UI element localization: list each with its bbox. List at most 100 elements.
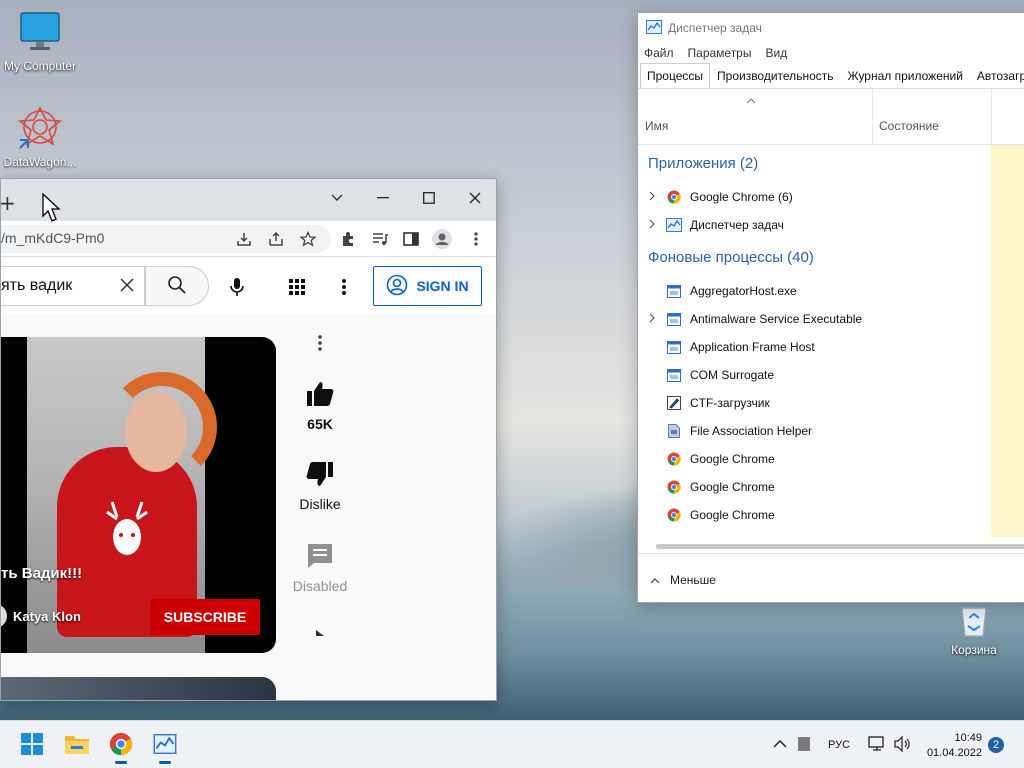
process-row[interactable]: Antimalware Service Executable [638, 305, 991, 333]
process-name: Диспетчер задач [690, 218, 784, 232]
youtube-shorts-feed: ть Вадик!!! Katya Klon SUBSCRIBE 65K Dis… [1, 315, 496, 700]
short-more-button[interactable] [281, 335, 359, 354]
process-row[interactable]: Google Chrome [638, 445, 991, 473]
chrome-icon [666, 189, 682, 205]
clear-search-icon[interactable] [120, 278, 134, 297]
notification-center-button[interactable]: 2 [988, 721, 1004, 768]
process-name: Google Chrome (6) [690, 190, 793, 204]
taskmgr-icon [666, 217, 682, 233]
taskbar-chrome[interactable] [101, 725, 141, 765]
start-button[interactable] [12, 725, 52, 765]
youtube-search-input[interactable]: ять вадик [1, 266, 145, 306]
process-row[interactable]: File Association Helper [638, 417, 991, 445]
next-short-preview[interactable] [1, 677, 276, 700]
expand-chevron-icon[interactable] [638, 313, 666, 326]
expand-chevron-icon[interactable] [638, 191, 666, 204]
process-row[interactable]: Google Chrome [638, 501, 991, 529]
thumbs-up-icon [281, 381, 359, 410]
recycle-bin-icon [934, 602, 1014, 641]
generic-app-icon [798, 736, 810, 754]
comments-label: Disabled [292, 578, 348, 594]
share-arrow-icon [314, 625, 326, 641]
video-face [125, 392, 187, 472]
horizontal-scrollbar[interactable] [656, 544, 1024, 549]
task-manager-tabs: Процессы Производительность Журнал прило… [638, 63, 1024, 89]
show-hidden-icons-button[interactable] [773, 721, 787, 768]
menu-options[interactable]: Параметры [688, 46, 752, 60]
more-options-icon[interactable] [342, 278, 346, 299]
quick-settings-button[interactable] [868, 721, 912, 768]
minimize-button[interactable] [368, 185, 398, 211]
taskbar-file-explorer[interactable] [57, 725, 97, 765]
comments-button[interactable]: Disabled [281, 543, 359, 594]
desktop-icon-label: DataWagon... [3, 155, 77, 169]
fewer-details-link[interactable]: Меньше [670, 573, 716, 587]
process-row[interactable]: Диспетчер задач [638, 211, 991, 239]
tab-app-history[interactable]: Журнал приложений [841, 63, 970, 88]
like-button[interactable]: 65K [281, 381, 359, 432]
network-icon [868, 735, 886, 755]
process-row[interactable]: Google Chrome (6) [638, 183, 991, 211]
process-list: Приложения (2) Google Chrome (6) Диспетч… [638, 145, 1024, 537]
extensions-icon[interactable] [338, 229, 358, 249]
chevron-up-icon [773, 739, 787, 751]
process-row[interactable]: Application Frame Host [638, 333, 991, 361]
tab-performance[interactable]: Производительность [710, 63, 840, 88]
close-button[interactable] [460, 185, 490, 211]
share-icon[interactable] [266, 229, 286, 249]
process-row[interactable]: CTF-загрузчик [638, 389, 991, 417]
volume-icon [894, 735, 912, 755]
desktop-icon-label: My Computer [3, 59, 77, 73]
process-row[interactable]: COM Surrogate [638, 361, 991, 389]
process-row[interactable]: Google Chrome [638, 473, 991, 501]
chrome-menu-icon[interactable] [466, 229, 486, 249]
desktop-icon-recycle-bin[interactable]: Корзина [934, 602, 1014, 657]
column-name[interactable]: Имя [645, 119, 668, 133]
short-video-player[interactable]: ть Вадик!!! Katya Klon SUBSCRIBE [1, 337, 276, 653]
clock[interactable]: 10:49 01.04.2022 [922, 721, 982, 768]
tray-app-icon[interactable] [798, 721, 810, 768]
new-tab-button[interactable]: + [1, 191, 16, 215]
side-panel-icon[interactable] [401, 229, 421, 249]
voice-search-icon[interactable] [229, 277, 245, 300]
background-group-header: Фоновые процессы (40) [648, 249, 814, 266]
bookmark-star-icon[interactable] [298, 229, 318, 249]
tab-startup[interactable]: Автозагру [970, 63, 1024, 88]
taskbar-task-manager[interactable] [145, 725, 185, 765]
sign-in-button[interactable]: SIGN IN [373, 266, 482, 306]
desktop-icon-datawagon[interactable]: DataWagon... [0, 104, 80, 169]
desktop-icon-label: Корзина [951, 643, 997, 657]
apps-grid-icon[interactable] [288, 278, 306, 299]
share-short-button[interactable] [281, 625, 359, 641]
install-icon[interactable] [234, 229, 254, 249]
menu-view[interactable]: Вид [765, 46, 787, 60]
mouse-cursor-icon [42, 192, 62, 226]
maximize-button[interactable] [414, 185, 444, 211]
chrome-titlebar[interactable]: + [1, 179, 496, 221]
task-manager-titlebar[interactable]: Диспетчер задач [638, 13, 1024, 43]
menu-file[interactable]: Файл [644, 46, 674, 60]
media-control-icon[interactable] [370, 229, 390, 249]
channel-name[interactable]: Katya Klon [13, 609, 81, 624]
chevron-up-icon[interactable] [650, 573, 660, 587]
channel-avatar[interactable] [1, 603, 9, 632]
task-manager-menubar: Файл Параметры Вид [638, 43, 1024, 63]
dislike-button[interactable]: Dislike [281, 461, 359, 512]
process-name: Google Chrome [690, 452, 775, 466]
process-name: Google Chrome [690, 480, 775, 494]
pen-icon [666, 395, 682, 411]
search-icon [167, 275, 187, 298]
desktop-icon-my-computer[interactable]: My Computer [0, 10, 80, 73]
process-table-header: Имя Состояние [638, 89, 1024, 145]
profile-avatar-icon[interactable] [432, 229, 452, 249]
tab-processes[interactable]: Процессы [640, 63, 711, 88]
folder-icon [64, 733, 90, 758]
process-name: File Association Helper [690, 424, 813, 438]
input-language-indicator[interactable]: РУС [828, 721, 850, 768]
tab-search-icon[interactable] [322, 185, 352, 211]
expand-chevron-icon[interactable] [638, 219, 666, 232]
youtube-search-button[interactable] [145, 266, 209, 306]
subscribe-button[interactable]: SUBSCRIBE [150, 599, 260, 635]
process-row[interactable]: AggregatorHost.exe [638, 277, 991, 305]
column-status[interactable]: Состояние [879, 119, 939, 133]
